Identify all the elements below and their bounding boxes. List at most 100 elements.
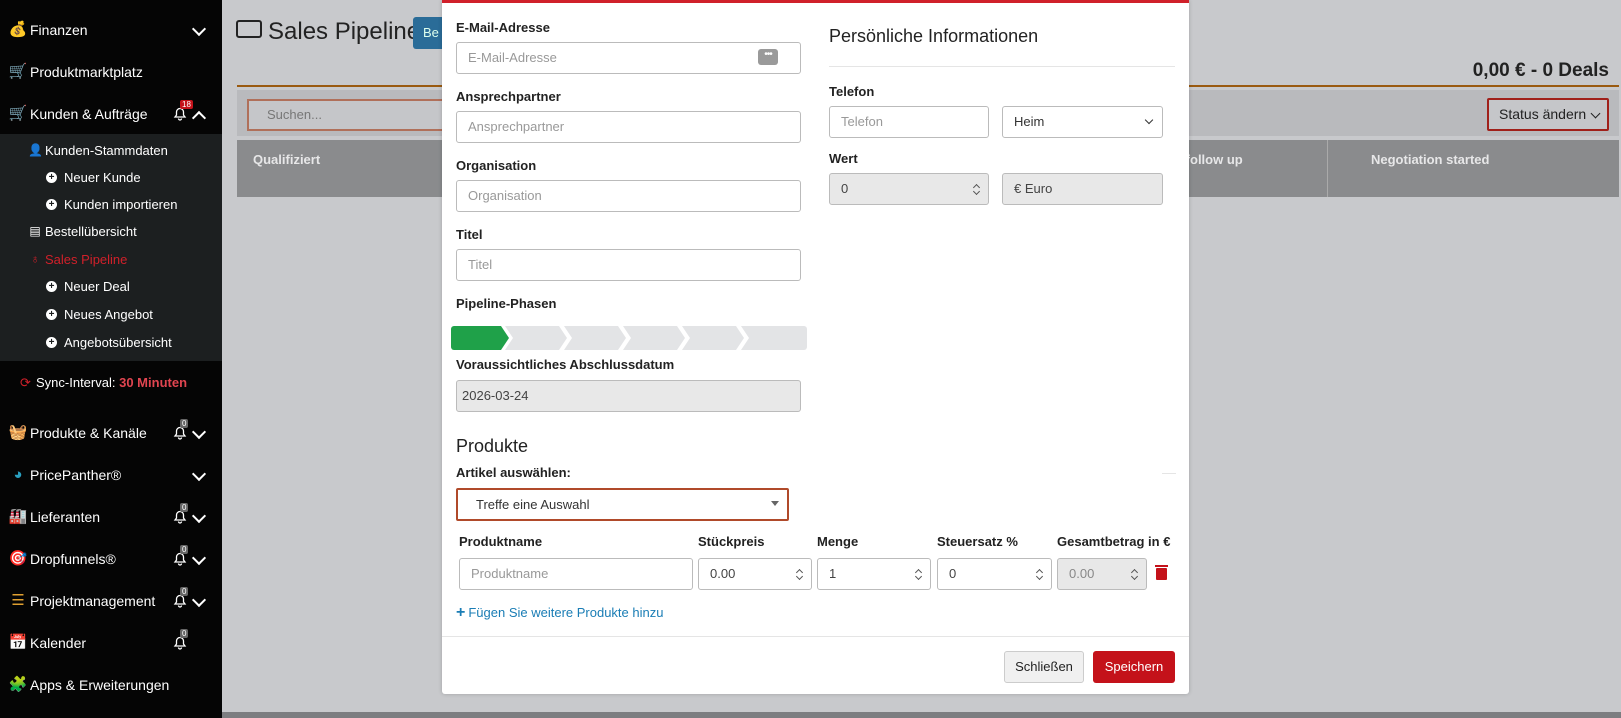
- plus-circle-icon: +: [46, 309, 57, 320]
- nav-kalender[interactable]: 📅 Kalender 0: [0, 622, 222, 664]
- nav-produktmarktplatz[interactable]: 🛒 Produktmarktplatz: [0, 51, 222, 93]
- phase-step-1[interactable]: [451, 326, 509, 350]
- phase-step-2[interactable]: [505, 326, 567, 350]
- tax-rate-field[interactable]: 0: [937, 558, 1052, 590]
- sync-value[interactable]: 30 Minuten: [119, 375, 187, 390]
- sidebar-item-kunden-stammdaten[interactable]: 👤 Kunden-Stammdaten: [0, 136, 222, 164]
- phone-field[interactable]: Telefon: [829, 106, 989, 138]
- save-button[interactable]: Speichern: [1093, 651, 1175, 683]
- nav-kunden-auftraege[interactable]: 🛒 Kunden & Aufträge 18: [0, 93, 222, 135]
- calendar-icon: 📅: [8, 634, 28, 651]
- nav-pricepanther[interactable]: ◕ PricePanther®: [0, 454, 222, 496]
- plus-circle-icon: +: [46, 199, 57, 210]
- status-select[interactable]: Status ändern: [1487, 98, 1609, 131]
- nav-projektmanagement[interactable]: ☰ Projektmanagement 0: [0, 580, 222, 622]
- col-stueckpreis: Stückpreis: [698, 534, 765, 549]
- value-amount-field[interactable]: 0: [829, 173, 989, 205]
- chevron-down-icon[interactable]: [191, 21, 207, 37]
- tax-rate-value: 0: [949, 566, 957, 581]
- chevron-down-icon[interactable]: [191, 550, 207, 566]
- chevron-down-icon[interactable]: [191, 424, 207, 440]
- sub-label: Sales Pipeline: [45, 252, 128, 267]
- value-label: Wert: [829, 151, 858, 166]
- spinner-icon[interactable]: [1036, 568, 1043, 581]
- spinner-icon[interactable]: [796, 568, 803, 581]
- nav-label: Produktmarktplatz: [30, 64, 143, 80]
- title-label: Titel: [456, 227, 483, 242]
- sub-label: Neues Angebot: [64, 307, 153, 322]
- phase-step-3[interactable]: [564, 326, 626, 350]
- notification-badge: 0: [180, 629, 189, 638]
- stage-negotiation-started[interactable]: Negotiation started: [1371, 152, 1489, 167]
- currency-field: € Euro: [1002, 173, 1163, 205]
- organisation-field[interactable]: Organisation: [456, 180, 801, 212]
- cart-icon: 🛒: [8, 105, 28, 122]
- unit-price-field[interactable]: 0.00: [698, 558, 812, 590]
- notification-badge: 0: [180, 545, 189, 554]
- chevron-down-icon[interactable]: [191, 508, 207, 524]
- chevron-up-icon[interactable]: [191, 110, 207, 126]
- personal-info-heading: Persönliche Informationen: [829, 26, 1039, 46]
- sidebar-item-angebotsuebersicht[interactable]: + Angebotsübersicht: [0, 328, 222, 356]
- title-field[interactable]: Titel: [456, 249, 801, 281]
- nav-produkte-kanaele[interactable]: 🧺 Produkte & Kanäle 0: [0, 412, 222, 454]
- project-icon: ☰: [11, 592, 25, 609]
- sidebar-item-kunden-importieren[interactable]: + Kunden importieren: [0, 190, 222, 218]
- chevron-down-icon[interactable]: [191, 592, 207, 608]
- nav-apps[interactable]: 🧩 Apps & Erweiterungen: [0, 664, 222, 706]
- nav-label: Lieferanten: [30, 509, 101, 525]
- close-date-field[interactable]: 2026-03-24: [456, 380, 801, 412]
- col-gesamtbetrag: Gesamtbetrag in €: [1057, 534, 1171, 549]
- phase-step-4[interactable]: [623, 326, 685, 350]
- search-input[interactable]: Suchen...: [247, 99, 447, 131]
- sidebar-item-neuer-kunde[interactable]: + Neuer Kunde: [0, 163, 222, 191]
- puzzle-icon: 🧩: [8, 676, 28, 693]
- trash-icon[interactable]: [1155, 565, 1168, 580]
- col-steuersatz: Steuersatz %: [937, 534, 1018, 549]
- nav-finanzen[interactable]: 💰 Finanzen: [0, 9, 222, 51]
- col-menge: Menge: [817, 534, 859, 549]
- sidebar-item-bestelluebersicht[interactable]: ▤ Bestellübersicht: [0, 217, 222, 245]
- chevron-down-icon[interactable]: [191, 466, 207, 482]
- add-product-link[interactable]: + Fügen Sie weitere Produkte hinzu: [456, 604, 663, 622]
- close-button[interactable]: Schließen: [1004, 651, 1084, 683]
- nav-label: Finanzen: [30, 22, 88, 38]
- panther-logo-icon: ◕: [13, 466, 23, 483]
- phase-step-6[interactable]: [741, 326, 807, 350]
- money-icon: [236, 20, 262, 38]
- phase-step-5[interactable]: [682, 326, 744, 350]
- pipeline-phases: [451, 326, 807, 350]
- product-name-field[interactable]: Produktname: [459, 558, 693, 590]
- total-value: 0.00: [1069, 566, 1095, 581]
- sidebar-item-sales-pipeline[interactable]: ♁ Sales Pipeline: [0, 245, 222, 273]
- divider: [1162, 473, 1176, 474]
- spinner-icon[interactable]: [915, 568, 922, 581]
- sidebar-item-neuer-deal[interactable]: + Neuer Deal: [0, 272, 222, 300]
- bottom-bar: [222, 712, 1621, 718]
- divider: [829, 66, 1175, 67]
- total-field: 0.00: [1057, 558, 1147, 590]
- sidebar-item-neues-angebot[interactable]: + Neues Angebot: [0, 300, 222, 328]
- nav-lieferanten[interactable]: 🏭 Lieferanten 0: [0, 496, 222, 538]
- new-deal-modal: E-Mail-Adresse E-Mail-Adresse ••• Anspre…: [442, 0, 1189, 694]
- user-icon: 👤: [28, 143, 43, 157]
- sync-label: Sync-Interval:: [36, 375, 116, 390]
- sub-label: Angebotsübersicht: [64, 335, 172, 350]
- products-heading: Produkte: [456, 436, 529, 456]
- contact-field[interactable]: Ansprechpartner: [456, 111, 801, 143]
- stage-qualifiziert[interactable]: Qualifiziert: [253, 152, 320, 167]
- email-field[interactable]: E-Mail-Adresse: [456, 42, 801, 74]
- sub-label: Bestellübersicht: [45, 224, 137, 239]
- nav-label: Apps & Erweiterungen: [30, 677, 170, 693]
- organisation-label: Organisation: [456, 158, 537, 173]
- money-bag-icon: 💰: [8, 21, 28, 38]
- nav-dropfunnels[interactable]: 🎯 Dropfunnels® 0: [0, 538, 222, 580]
- quantity-field[interactable]: 1: [817, 558, 931, 590]
- sync-interval: ⟳ Sync-Interval: 30 Minuten: [4, 361, 222, 403]
- spinner-icon[interactable]: [973, 183, 980, 196]
- more-icon[interactable]: •••: [758, 49, 778, 65]
- article-select[interactable]: Treffe eine Auswahl: [456, 488, 789, 521]
- article-select-label: Artikel auswählen:: [456, 465, 571, 480]
- chevron-down-icon: [1144, 115, 1154, 125]
- phone-type-select[interactable]: Heim: [1002, 106, 1163, 138]
